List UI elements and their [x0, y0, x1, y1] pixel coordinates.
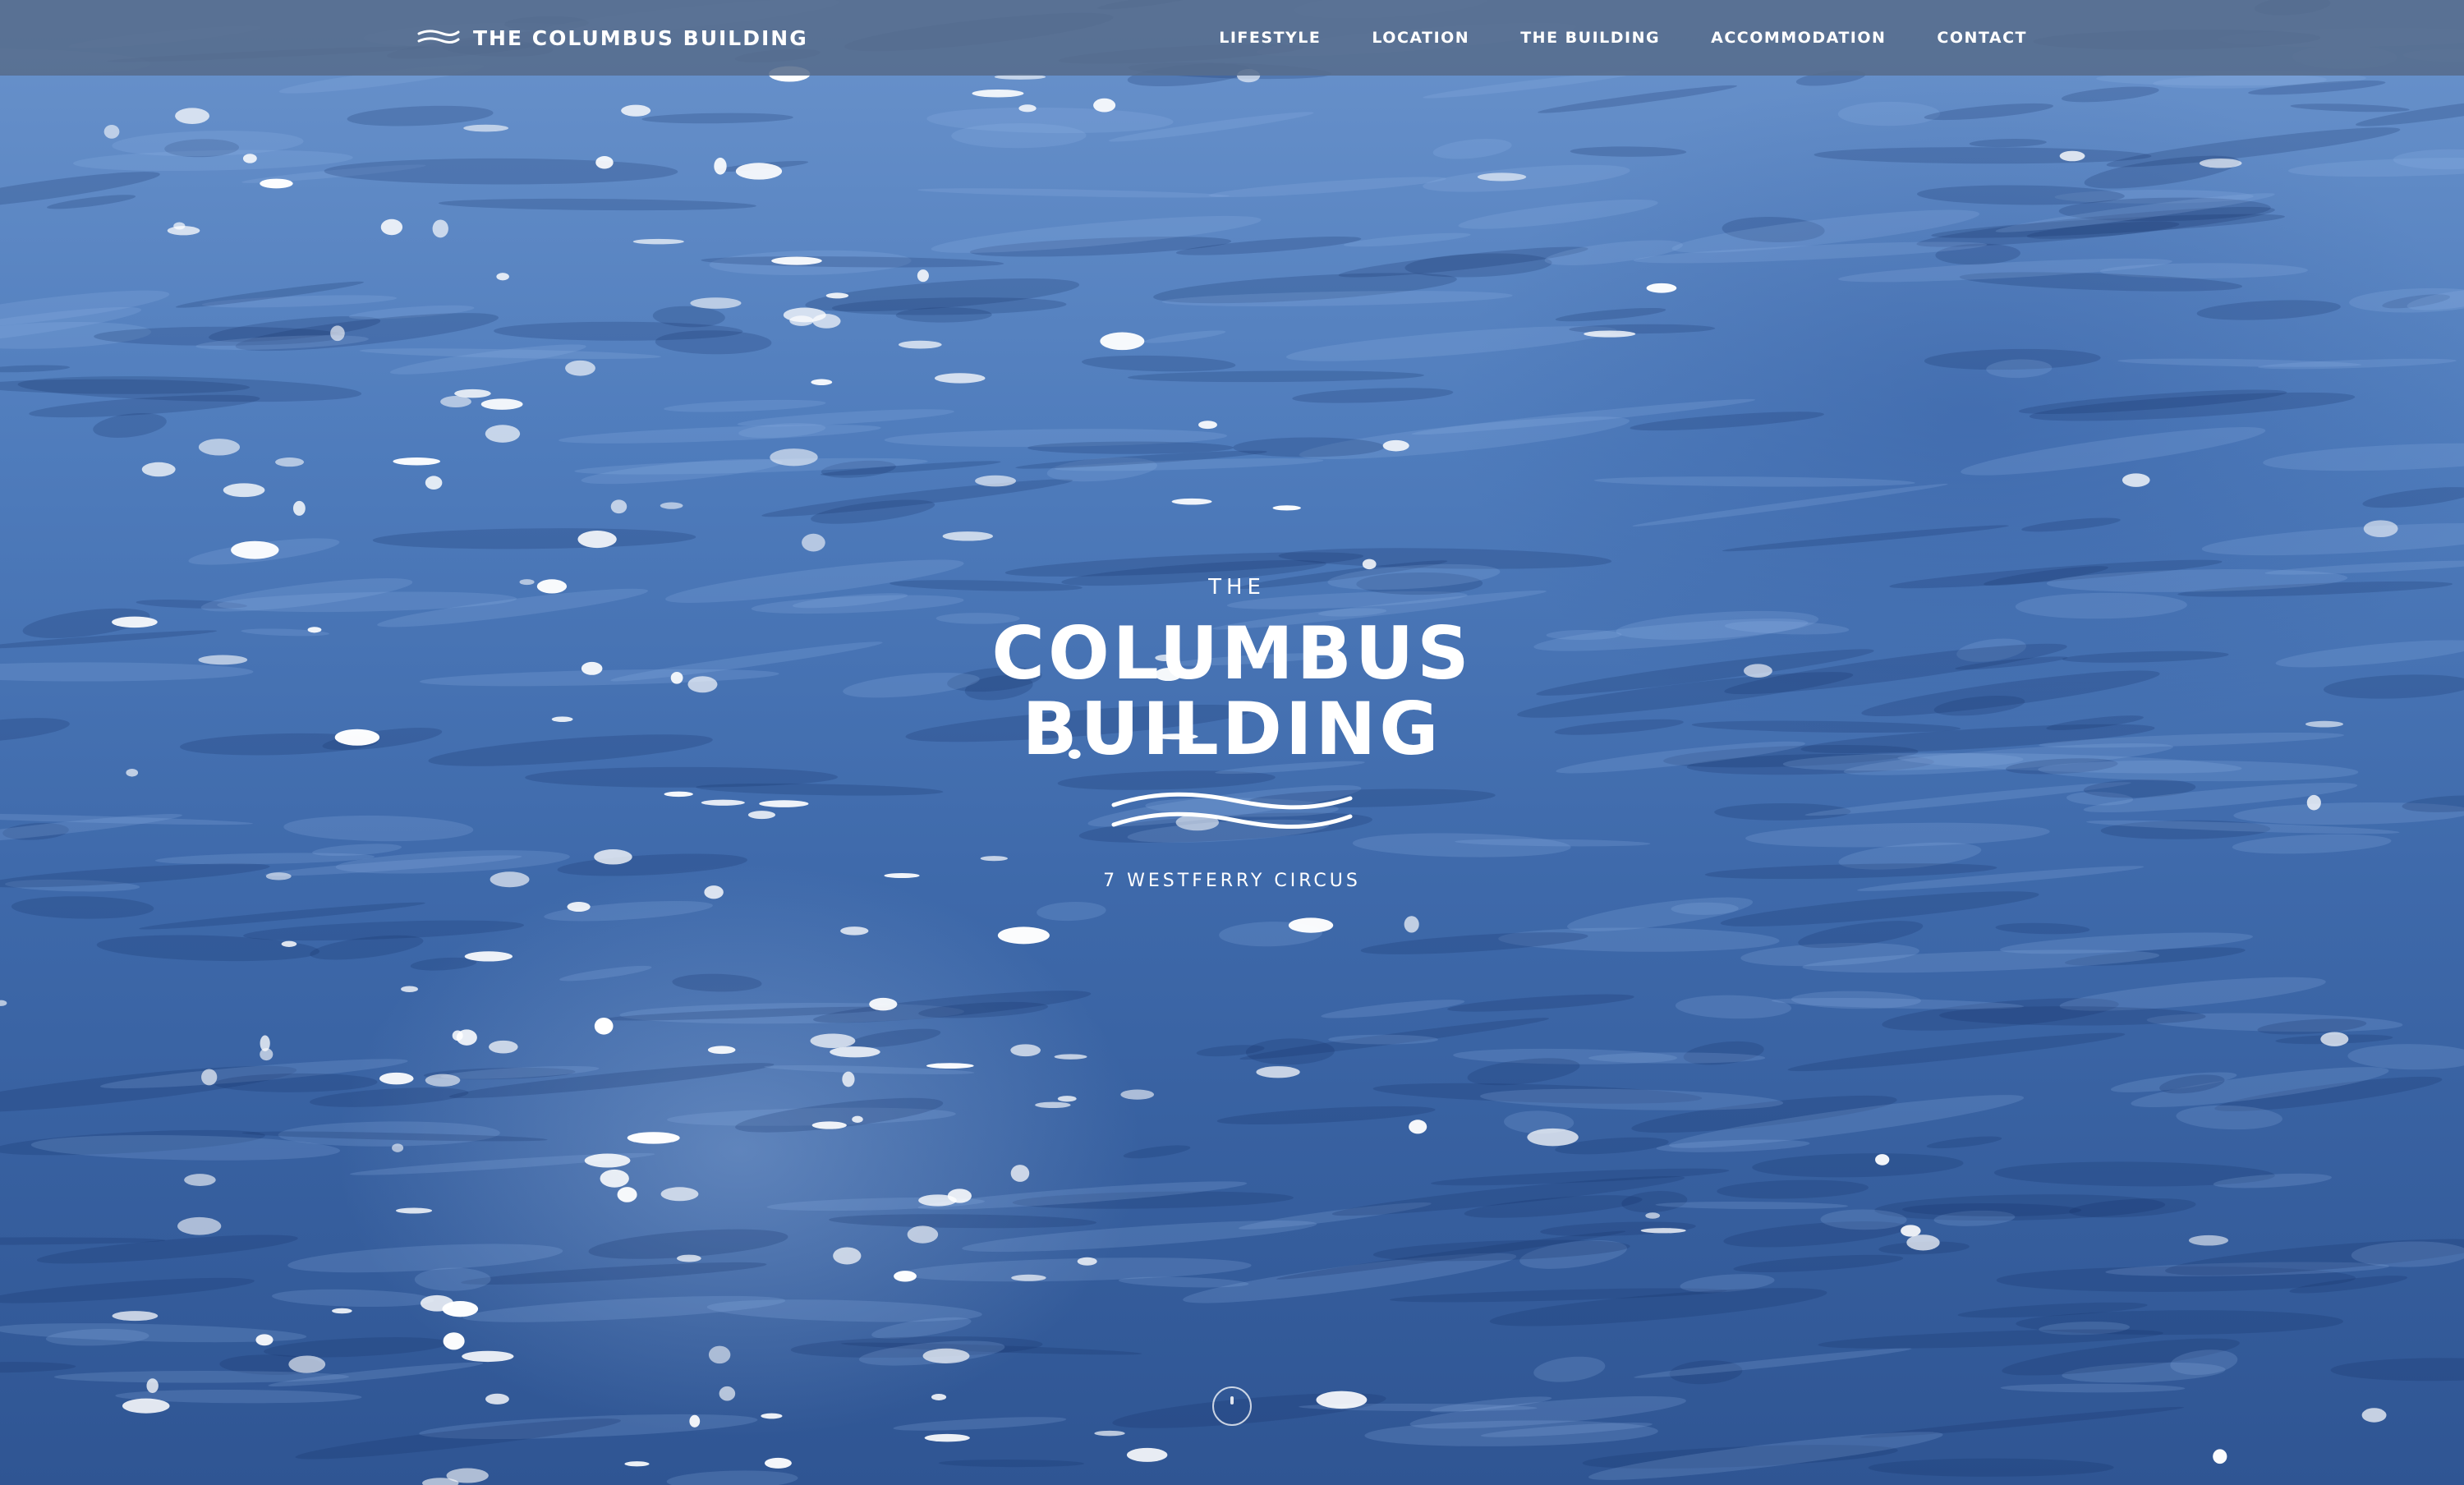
top-navigation-bar: THE COLUMBUS BUILDING LIFESTYLE LOCATION…: [0, 0, 2464, 76]
logo-line-columbus: COLUMBUS: [991, 611, 1473, 696]
wave-lines-icon: [1111, 792, 1353, 830]
hero-logo: THE COLUMBUS BUILDING 7 WESTFERRY CIRCUS: [821, 575, 1643, 891]
scroll-dot: [1230, 1396, 1234, 1405]
nav-item-the-building[interactable]: THE BUILDING: [1520, 29, 1660, 47]
brand-name: THE COLUMBUS BUILDING: [473, 25, 808, 50]
main-nav: LIFESTYLE LOCATION THE BUILDING ACCOMMOD…: [1219, 0, 2027, 76]
logo-line-building: BUILDING: [1022, 687, 1442, 771]
nav-item-contact[interactable]: CONTACT: [1937, 29, 2027, 47]
nav-item-lifestyle[interactable]: LIFESTYLE: [1219, 29, 1321, 47]
wave-lines-icon: [417, 30, 460, 44]
logo-the: THE: [1208, 575, 1266, 600]
scroll-down-icon[interactable]: [1212, 1386, 1252, 1426]
address-text: 7 WESTFERRY CIRCUS: [1103, 871, 1361, 891]
hero-background: THE COLUMBUS BUILDING 7 WESTFERRY CIRCUS: [0, 0, 2464, 1485]
nav-item-accommodation[interactable]: ACCOMMODATION: [1711, 29, 1886, 47]
nav-item-location[interactable]: LOCATION: [1372, 29, 1469, 47]
brand-logo[interactable]: THE COLUMBUS BUILDING: [417, 21, 808, 54]
